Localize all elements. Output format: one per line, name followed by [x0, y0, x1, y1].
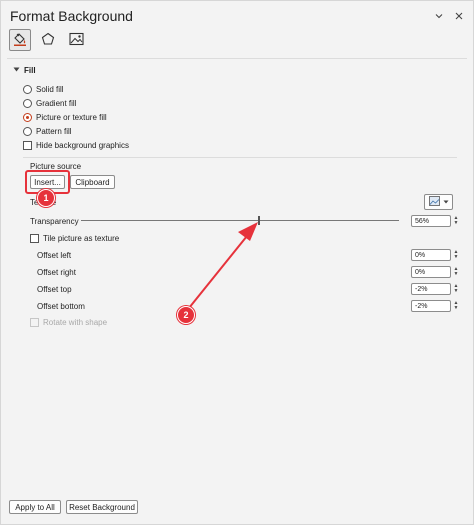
annotation-arrow	[188, 222, 258, 309]
callout-badge-2: 2	[177, 306, 195, 324]
